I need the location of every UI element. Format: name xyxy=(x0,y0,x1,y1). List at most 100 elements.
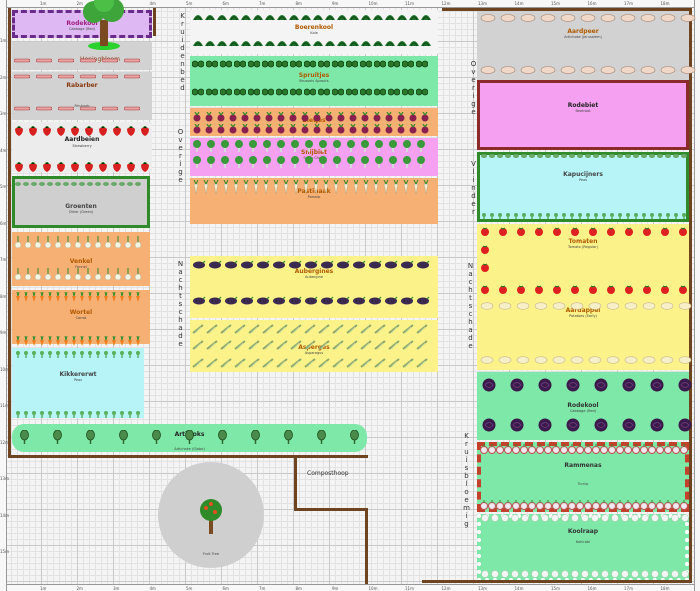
ruler-tick: 13m xyxy=(478,1,487,6)
beet-icon xyxy=(216,124,226,134)
pea-icon xyxy=(568,212,576,220)
jerusalem-artichoke-icon xyxy=(540,14,556,22)
bed-kikkererwt[interactable]: Kikkererwt Peas xyxy=(12,348,144,418)
ruler-tick: 5m xyxy=(186,586,193,591)
asparagus-icon xyxy=(346,340,358,350)
kohlrabi-icon xyxy=(620,514,630,522)
turnip-icon xyxy=(592,500,600,510)
carrot-icon xyxy=(110,292,118,302)
chard-icon xyxy=(276,140,286,152)
fennel-icon xyxy=(34,268,42,280)
brussels-sprout-icon xyxy=(248,60,260,68)
asparagus-icon xyxy=(304,324,316,334)
pea-icon xyxy=(22,350,30,358)
parsnip-icon xyxy=(232,180,240,194)
tomato-icon xyxy=(606,284,616,294)
turnip-icon xyxy=(568,444,576,454)
tomato-icon xyxy=(642,226,652,236)
kohlrabi-icon xyxy=(590,570,600,578)
turnip-icon xyxy=(512,444,520,454)
strawberry-icon xyxy=(70,126,80,136)
artichoke-icon xyxy=(152,430,161,444)
potato-icon xyxy=(588,302,602,310)
beet-icon xyxy=(300,124,310,134)
aubergine-icon xyxy=(288,296,302,305)
artichoke-icon xyxy=(317,430,326,444)
bed-tomaten[interactable]: Tomaten Tomato (Regular) xyxy=(477,224,689,300)
jerusalem-artichoke-icon xyxy=(600,66,616,74)
carrot-icon xyxy=(30,292,38,302)
chard-icon xyxy=(290,140,300,152)
carrot-icon xyxy=(126,292,134,302)
asparagus-icon xyxy=(346,324,358,334)
kohlrabi-icon xyxy=(670,570,680,578)
carrot-icon xyxy=(30,336,38,346)
beet-icon xyxy=(372,112,382,122)
turnip-icon xyxy=(672,500,680,510)
ruler-tick: 4m xyxy=(149,1,156,6)
pea-icon xyxy=(126,350,134,358)
parsnip-icon xyxy=(302,180,310,194)
leaf-icon xyxy=(536,152,544,160)
leaf-icon xyxy=(46,180,54,188)
red-cabbage-icon xyxy=(510,378,524,392)
chard-icon xyxy=(290,156,300,168)
fruit-tree-icon xyxy=(196,498,226,536)
pea-icon xyxy=(600,212,608,220)
aubergine-icon xyxy=(320,296,334,305)
beet-icon xyxy=(216,112,226,122)
carrot-icon xyxy=(54,292,62,302)
ruler-tick: 15m xyxy=(551,1,560,6)
fennel-icon xyxy=(54,268,62,280)
turnip-icon xyxy=(632,444,640,454)
turnip-icon xyxy=(544,444,552,454)
turnip-icon xyxy=(504,444,512,454)
carrot-icon xyxy=(54,336,62,346)
chard-icon xyxy=(332,156,342,168)
leaf-icon xyxy=(480,152,488,160)
parsnip-icon xyxy=(402,180,410,194)
bed-label: Kikkererwt xyxy=(59,371,97,378)
bed-rodebiet[interactable]: Rodebiet Beetroot xyxy=(477,80,689,150)
ruler-tick: 4m xyxy=(0,147,7,153)
turnip-icon xyxy=(496,444,504,454)
asparagus-icon xyxy=(346,358,358,368)
chard-icon xyxy=(262,140,272,152)
pea-icon xyxy=(110,350,118,358)
fennel-icon xyxy=(34,236,42,248)
potato-icon xyxy=(534,302,548,310)
ruler-tick: 8m xyxy=(295,1,302,6)
kale-icon xyxy=(372,38,384,48)
parsnip-icon xyxy=(312,180,320,194)
bed-sublabel: Cabbage (Red) xyxy=(569,409,597,413)
leaf-icon xyxy=(496,152,504,160)
ruler-tick: 7m xyxy=(259,1,266,6)
kale-icon xyxy=(408,12,420,22)
pea-icon xyxy=(46,410,54,418)
jerusalem-artichoke-icon xyxy=(480,66,496,74)
potato-icon xyxy=(570,302,584,310)
chard-icon xyxy=(304,140,314,152)
tomato-icon xyxy=(642,284,652,294)
beet-icon xyxy=(312,124,322,134)
asparagus-icon xyxy=(206,358,218,368)
bed-sublabel: Parsnip xyxy=(307,195,321,199)
potato-icon xyxy=(678,356,692,364)
beet-icon xyxy=(192,112,202,122)
beet-icon xyxy=(240,124,250,134)
wall-compost-v xyxy=(294,458,297,510)
kohlrabi-icon xyxy=(650,514,660,522)
pea-icon xyxy=(664,212,672,220)
kohlrabi-icon xyxy=(600,514,610,522)
tomato-icon xyxy=(480,244,490,254)
ruler-tick: 13m xyxy=(0,476,9,481)
potato-icon xyxy=(624,356,638,364)
brussels-sprout-icon xyxy=(262,88,274,96)
chard-icon xyxy=(416,156,426,168)
parsnip-icon xyxy=(332,180,340,194)
artichoke-icon xyxy=(251,430,260,444)
leaf-icon xyxy=(632,152,640,160)
ruler-bottom: 1m 2m 3m 4m 5m 6m 7m 8m 9m 10m 11m 12m 13m 14m 15m 16m 1… xyxy=(0,584,700,591)
kale-icon xyxy=(264,38,276,48)
bed-sublabel: Peas xyxy=(73,378,83,382)
